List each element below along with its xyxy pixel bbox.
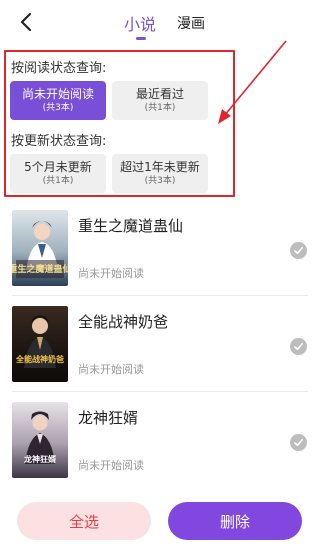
filter-chip-over-1-year[interactable]: 超过1年未更新 (共3本): [112, 154, 208, 193]
chip-count: (共3本): [144, 176, 176, 186]
list-item[interactable]: 重生之魔道蛊仙 重生之魔道蛊仙 尚未开始阅读: [0, 200, 320, 296]
filter-chip-recent[interactable]: 最近看过 (共1本): [112, 81, 208, 120]
tab-novel[interactable]: 小说: [124, 11, 156, 35]
book-title: 重生之魔道蛊仙: [78, 217, 184, 235]
cover-title-text: 重生之魔道蛊仙: [12, 263, 68, 275]
book-title: 全能战神奶爸: [78, 313, 169, 331]
chip-title: 最近看过: [135, 87, 184, 101]
book-read-status: 尚未开始阅读: [78, 267, 144, 280]
back-button[interactable]: [14, 9, 38, 35]
chip-title: 尚未开始阅读: [21, 87, 94, 101]
chip-count: (共1本): [42, 176, 74, 186]
check-circle-icon[interactable]: [290, 338, 307, 355]
filter-chip-5-months[interactable]: 5个月未更新 (共1本): [10, 154, 106, 193]
book-cover: 重生之魔道蛊仙: [12, 210, 68, 286]
list-item[interactable]: 龙神狂婿 龙神狂婿 尚未开始阅读: [0, 392, 320, 488]
back-arrow-icon: [20, 12, 32, 32]
select-all-button[interactable]: 全选: [17, 502, 151, 540]
check-circle-icon[interactable]: [290, 434, 307, 451]
read-status-label: 按阅读状态查询:: [11, 61, 107, 76]
book-read-status: 尚未开始阅读: [78, 459, 144, 472]
book-title: 龙神狂婿: [78, 409, 139, 427]
book-cover: 龙神狂婿: [12, 402, 68, 478]
list-item[interactable]: 全能战神奶爸 全能战神奶爸 尚未开始阅读: [0, 296, 320, 392]
book-list: 重生之魔道蛊仙 重生之魔道蛊仙 尚未开始阅读 全能战神奶爸 全能战神奶爸 尚未开…: [0, 200, 320, 490]
tab-comic[interactable]: 漫画: [177, 13, 205, 33]
chip-title: 5个月未更新: [24, 160, 92, 174]
chip-count: (共1本): [144, 103, 176, 113]
annotation-arrow-icon: [218, 40, 287, 124]
book-cover: 全能战神奶爸: [12, 306, 68, 382]
bottom-action-bar: 全选 删除: [0, 490, 320, 550]
chip-title: 超过1年未更新: [120, 160, 200, 174]
active-tab-indicator: [136, 37, 146, 40]
chip-count: (共3本): [42, 103, 74, 113]
delete-button[interactable]: 删除: [168, 502, 302, 540]
update-status-label: 按更新状态查询:: [11, 134, 107, 149]
cover-title-text: 全能战神奶爸: [15, 354, 64, 364]
cover-title-text: 龙神狂婿: [23, 454, 57, 464]
check-circle-icon[interactable]: [290, 242, 307, 259]
filter-chip-not-started[interactable]: 尚未开始阅读 (共3本): [10, 81, 106, 120]
book-read-status: 尚未开始阅读: [78, 363, 144, 376]
